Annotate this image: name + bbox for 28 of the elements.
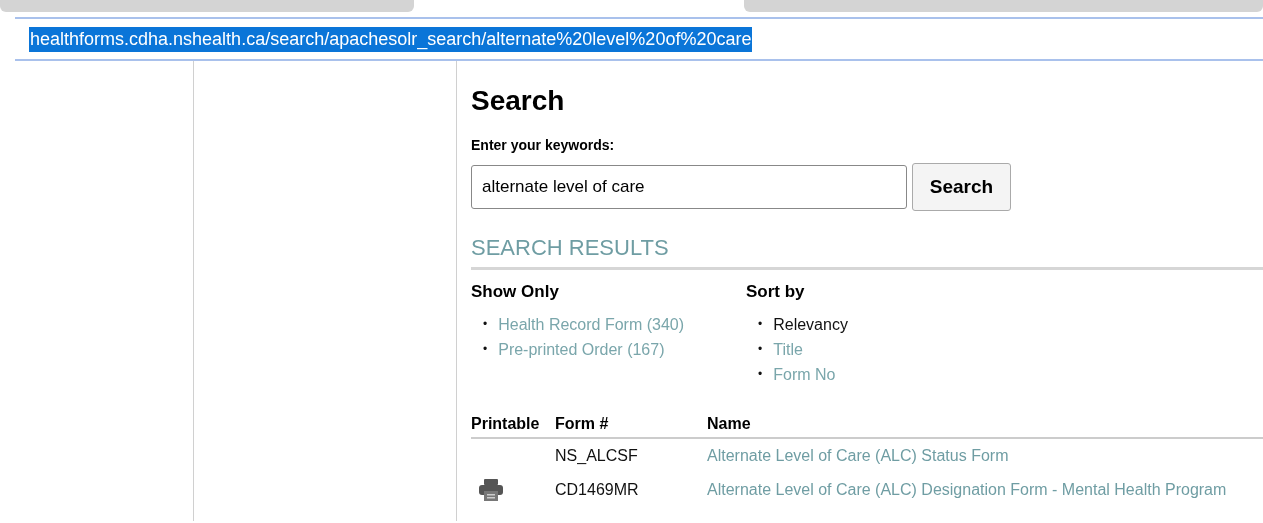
column-header: Form # — [555, 411, 707, 438]
bullet: • — [758, 366, 763, 383]
sort-option[interactable]: Title — [773, 337, 803, 362]
table-cell: CD1469MR — [555, 473, 707, 507]
facet-heading: Sort by — [746, 282, 806, 302]
search-field[interactable]: alternate level of care — [471, 165, 907, 209]
facet-heading: Show Only — [471, 282, 560, 302]
filter-link[interactable]: Health Record Form (340) — [498, 312, 685, 337]
form-link[interactable]: Alternate Level of Care (ALC) Designation Form - Mental Health Program — [707, 473, 1263, 507]
column-header: Printable — [471, 411, 555, 438]
results-heading: SEARCH RESULTS — [471, 235, 1263, 270]
form-link[interactable]: Alternate Level of Care (ALC) Status Form — [707, 438, 1263, 473]
page-title: Search — [471, 85, 566, 117]
table-cell: NS_ALCSF — [555, 438, 707, 473]
scroll-bar[interactable] — [0, 0, 415, 12]
search-button[interactable]: Search — [912, 163, 1011, 211]
column-header: Name — [707, 411, 1263, 438]
bullet: • — [483, 341, 488, 358]
field-label: Enter your keywords: — [471, 137, 616, 153]
printer-icon[interactable] — [479, 479, 503, 501]
url-text[interactable]: healthforms.cdha.nshealth.ca/search/apachesolr_search/alternate%20level%20of%20care — [29, 26, 753, 52]
scroll-bar[interactable] — [744, 0, 1263, 12]
sort-option[interactable]: Relevancy — [773, 312, 848, 337]
bullet: • — [483, 316, 488, 333]
bullet: • — [758, 316, 763, 333]
filter-link[interactable]: Pre-printed Order (167) — [498, 337, 665, 362]
bullet: • — [758, 341, 763, 358]
sort-option[interactable]: Form No — [773, 362, 836, 387]
